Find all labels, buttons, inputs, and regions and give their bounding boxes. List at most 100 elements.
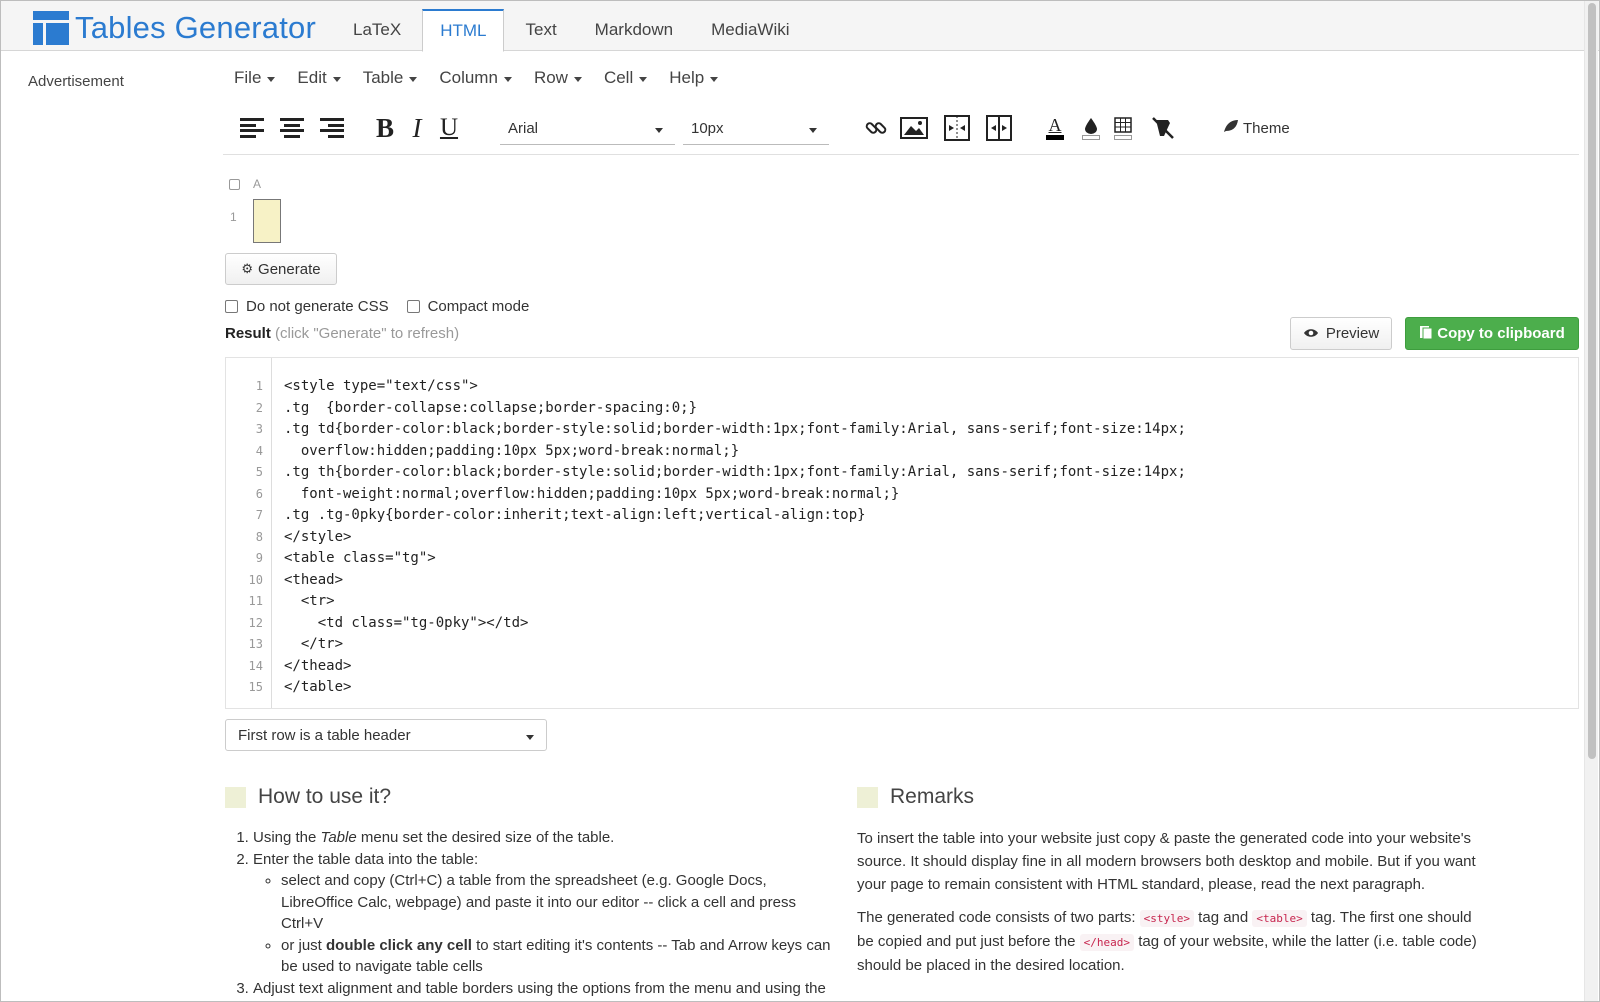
line-number: 10 xyxy=(248,572,263,587)
compact-mode-checkbox[interactable] xyxy=(406,300,420,313)
menu-help-label: Help xyxy=(669,68,705,87)
page-scrollbar[interactable] xyxy=(1584,1,1598,1001)
fill-color-icon[interactable] xyxy=(1079,113,1103,143)
code-line: <thead> xyxy=(284,571,344,588)
caret-down-icon xyxy=(639,76,648,82)
scrollbar-thumb[interactable] xyxy=(1588,3,1596,759)
line-number: 1 xyxy=(255,379,263,393)
code-line: .tg {border-collapse:collapse;border-spa… xyxy=(284,399,698,416)
code-output[interactable]: 1 2 3 4 5 6 7 8 9 10 11 12 13 14 15 <sty… xyxy=(225,357,1579,709)
font-family-select[interactable]: Arial xyxy=(500,113,675,145)
line-number: 7 xyxy=(255,508,263,522)
line-number: 9 xyxy=(255,551,263,565)
remarks-text: The generated code consists of two parts… xyxy=(857,909,1140,926)
menu-table-label: Table xyxy=(362,68,404,87)
menu-column[interactable]: Column xyxy=(428,65,523,91)
line-number: 5 xyxy=(255,465,263,479)
code-line: </style> xyxy=(284,528,352,545)
column-header-a[interactable]: A xyxy=(253,177,273,191)
remarks-paragraph: To insert the table into your website ju… xyxy=(857,830,1476,893)
image-icon[interactable] xyxy=(899,113,929,143)
logo[interactable]: Tables Generator xyxy=(33,10,316,46)
menu-file[interactable]: File xyxy=(223,65,286,91)
header-mode-select[interactable]: First row is a table header xyxy=(225,719,547,751)
menu-cell-label: Cell xyxy=(603,68,634,87)
howto-title: How to use it? xyxy=(258,785,392,808)
line-number: 12 xyxy=(248,615,263,630)
format-tabs: LaTeX HTML Text Markdown MediaWiki xyxy=(336,9,811,52)
border-style-icon[interactable] xyxy=(1111,113,1135,143)
italic-button[interactable]: I xyxy=(407,113,427,143)
table-logo-icon xyxy=(33,11,69,45)
menu-table[interactable]: Table xyxy=(352,65,429,91)
advertisement-label: Advertisement xyxy=(28,73,124,90)
menu-row[interactable]: Row xyxy=(523,65,593,91)
compact-mode-label[interactable]: Compact mode xyxy=(428,298,530,315)
text-color-glyph: A xyxy=(1048,115,1062,135)
line-number: 15 xyxy=(248,680,263,694)
code-line: <table class="tg"> xyxy=(284,550,436,566)
border-color-swatch xyxy=(1114,134,1132,140)
caret-down-icon xyxy=(267,76,276,82)
remarks-content: To insert the table into your website ju… xyxy=(857,827,1477,987)
text-color-swatch xyxy=(1046,135,1064,140)
no-css-label[interactable]: Do not generate CSS xyxy=(246,298,389,315)
align-right-icon[interactable] xyxy=(319,113,345,143)
remarks-text: tag and xyxy=(1194,909,1253,926)
theme-button[interactable]: Theme xyxy=(1223,119,1290,137)
table-cell-a1[interactable] xyxy=(253,199,281,243)
row-header-1[interactable]: 1 xyxy=(230,210,237,224)
howto-heading: How to use it? xyxy=(225,785,391,809)
preview-button[interactable]: Preview xyxy=(1290,317,1392,350)
font-family-value: Arial xyxy=(508,120,539,137)
no-css-checkbox[interactable] xyxy=(225,300,238,313)
menu-cell[interactable]: Cell xyxy=(593,65,658,91)
font-size-select[interactable]: 10px xyxy=(683,113,829,145)
generate-button[interactable]: ⚙ Generate xyxy=(225,253,337,285)
tab-mediawiki[interactable]: MediaWiki xyxy=(694,9,806,51)
theme-label: Theme xyxy=(1243,119,1290,137)
bold-button[interactable]: B xyxy=(373,113,397,143)
step-text: Enter the table data into the table: xyxy=(253,850,479,868)
code-line: <style type="text/css"> xyxy=(284,378,478,394)
line-number: 8 xyxy=(255,529,263,544)
underline-button[interactable]: U xyxy=(437,113,461,143)
step-text: or just xyxy=(281,936,327,954)
code-line: <tr> xyxy=(284,593,335,609)
result-label: Result xyxy=(225,325,271,342)
code-lines: <style type="text/css"> .tg {border-coll… xyxy=(284,376,1578,699)
code-line: </tr> xyxy=(284,636,344,652)
link-icon[interactable] xyxy=(863,113,889,143)
remarks-paragraph: The generated code consists of two parts… xyxy=(857,906,1477,977)
line-number: 4 xyxy=(255,443,263,458)
preview-label: Preview xyxy=(1325,325,1380,342)
tab-text[interactable]: Text xyxy=(508,9,573,51)
line-number: 14 xyxy=(248,658,263,673)
line-number: 2 xyxy=(255,400,263,415)
split-cells-icon[interactable] xyxy=(985,113,1013,143)
line-number: 11 xyxy=(248,594,263,608)
tab-markdown[interactable]: Markdown xyxy=(578,9,690,51)
code-line: .tg th{border-color:black;border-style:s… xyxy=(284,464,1186,480)
menu-help[interactable]: Help xyxy=(658,65,729,91)
merge-cells-icon[interactable] xyxy=(943,113,971,143)
caret-down-icon xyxy=(409,76,418,82)
section-square-icon xyxy=(225,786,246,808)
copy-label: Copy to clipboard xyxy=(1437,325,1565,342)
tab-html[interactable]: HTML xyxy=(422,9,505,52)
howto-step-3: Adjust text alignment and table borders … xyxy=(253,978,835,1000)
copy-to-clipboard-button[interactable]: Copy to clipboard xyxy=(1405,317,1579,350)
tab-latex[interactable]: LaTeX xyxy=(336,9,418,51)
header-mode-value: First row is a table header xyxy=(238,726,411,744)
logo-text: Tables Generator xyxy=(75,10,316,45)
menu-edit[interactable]: Edit xyxy=(286,65,351,91)
line-number: 3 xyxy=(255,422,263,436)
menu-edit-label: Edit xyxy=(297,68,327,87)
clear-format-icon[interactable] xyxy=(1149,113,1177,143)
clipboard-icon xyxy=(1419,324,1433,344)
align-center-icon[interactable] xyxy=(279,113,305,143)
select-all-checkbox[interactable] xyxy=(229,179,240,190)
howto-step-2: Enter the table data into the table: sel… xyxy=(253,849,835,978)
align-left-icon[interactable] xyxy=(239,113,265,143)
text-color-icon[interactable]: A xyxy=(1043,113,1067,143)
